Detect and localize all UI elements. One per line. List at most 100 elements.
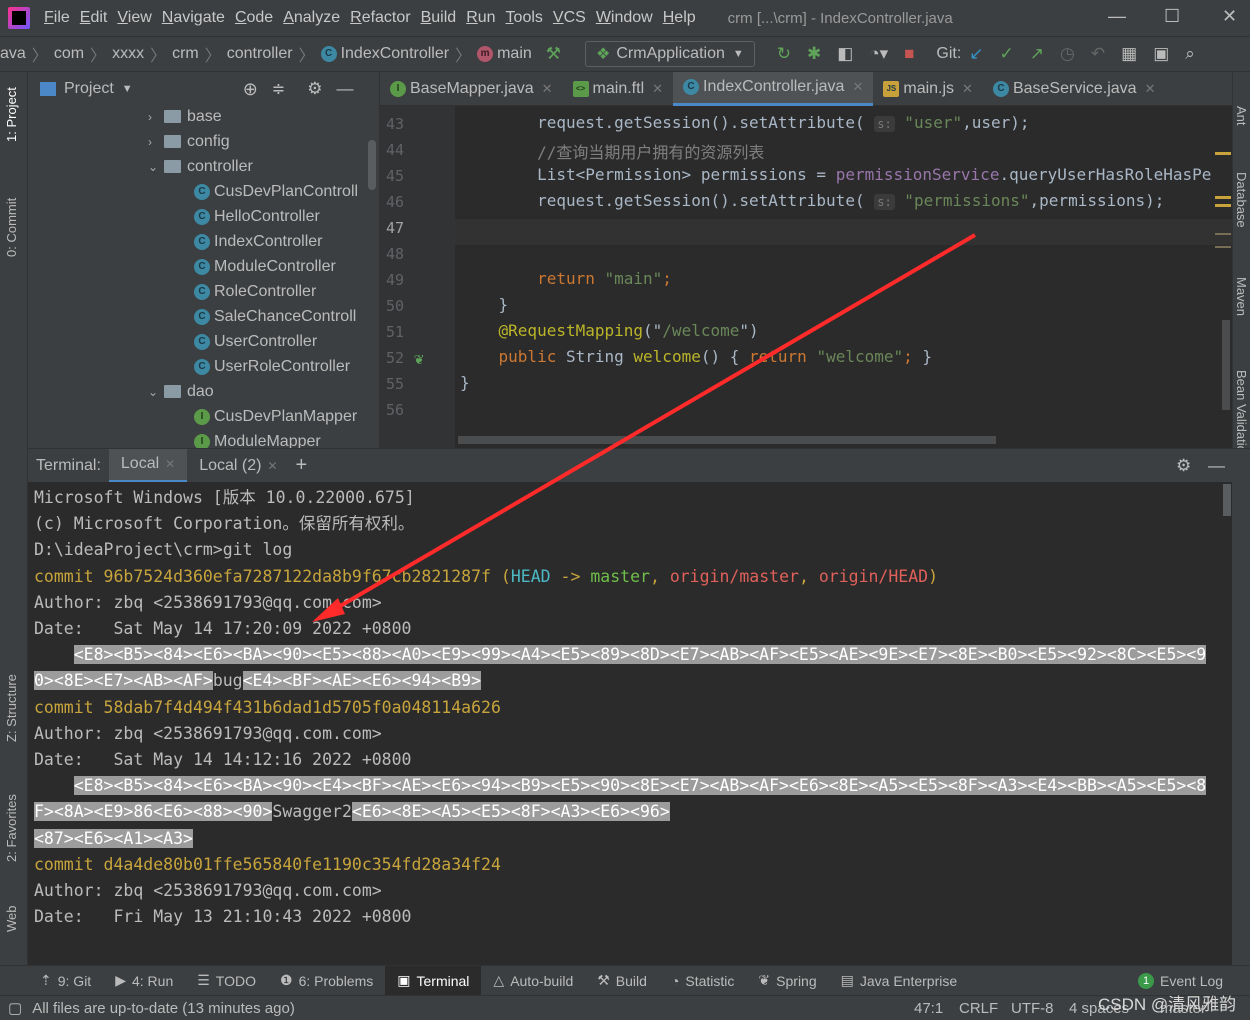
chevron-down-icon[interactable]: ⌄: [148, 160, 164, 174]
breadcrumb-item[interactable]: xxxx: [112, 45, 144, 63]
tool-window-terminal[interactable]: ▣ Terminal: [385, 965, 482, 996]
editor-tab[interactable]: JS main.js ✕: [873, 72, 983, 106]
profile-icon[interactable]: ◔▾: [869, 44, 888, 64]
gear-icon[interactable]: ⚙: [307, 79, 322, 99]
menu-edit[interactable]: Edit: [80, 9, 108, 27]
git-commit-icon[interactable]: ✓: [1000, 44, 1014, 64]
error-stripe-mark[interactable]: [1215, 246, 1231, 248]
event-log-button[interactable]: 1 Event Log: [1138, 972, 1223, 989]
editor-horizontal-scrollbar[interactable]: [458, 436, 996, 444]
chevron-right-icon[interactable]: ›: [148, 135, 164, 149]
error-stripe-mark[interactable]: [1215, 204, 1231, 207]
file-encoding[interactable]: UTF-8: [1011, 1000, 1054, 1017]
tree-item[interactable]: › config: [148, 129, 230, 154]
tool-tab-web[interactable]: Web: [4, 906, 19, 933]
close-icon[interactable]: ✕: [542, 81, 553, 97]
tree-item[interactable]: C ModuleController: [194, 254, 336, 279]
menu-view[interactable]: View: [117, 9, 151, 27]
editor-tab[interactable]: C IndexController.java ✕: [673, 71, 874, 106]
terminal-tab-local-2[interactable]: Local (2) ✕: [187, 449, 289, 483]
project-view-select[interactable]: Project: [64, 80, 114, 98]
gear-icon[interactable]: ⚙: [1176, 456, 1191, 476]
chevron-down-icon[interactable]: ▼: [122, 83, 133, 95]
error-stripe-mark[interactable]: [1215, 233, 1231, 235]
close-icon[interactable]: ✕: [852, 79, 863, 95]
menu-refactor[interactable]: Refactor: [350, 9, 410, 27]
tree-item[interactable]: C CusDevPlanControll: [194, 179, 358, 204]
project-structure-icon[interactable]: ▦: [1121, 44, 1137, 64]
error-stripe-mark[interactable]: [1215, 152, 1231, 155]
menu-navigate[interactable]: Navigate: [162, 9, 225, 27]
debug-icon[interactable]: ✱: [807, 44, 821, 64]
hide-icon[interactable]: —: [336, 79, 353, 99]
tool-tab-ant[interactable]: Ant: [1234, 106, 1249, 126]
tree-item[interactable]: I CusDevPlanMapper: [194, 404, 357, 429]
tree-item[interactable]: ⌄ dao: [148, 379, 214, 404]
git-update-icon[interactable]: ↙: [969, 44, 983, 64]
tree-item[interactable]: C UserRoleController: [194, 354, 350, 379]
locate-icon[interactable]: ⊕: [243, 79, 258, 100]
menu-file[interactable]: File: [44, 9, 70, 27]
breadcrumb-item[interactable]: IndexController: [341, 45, 450, 63]
search-icon[interactable]: ⌕: [1185, 44, 1195, 64]
tool-tab-maven[interactable]: Maven: [1234, 277, 1249, 316]
toggle-tool-windows-icon[interactable]: ▢: [8, 999, 22, 1017]
tool-tab-database[interactable]: Database: [1234, 172, 1249, 228]
menu-help[interactable]: Help: [663, 9, 696, 27]
breadcrumb-item[interactable]: com: [54, 45, 84, 63]
minimize-button[interactable]: —: [1108, 6, 1126, 27]
code-editor[interactable]: 43 44 45 46 47 48 49 50 51 52 ❦ 55 56 request.getSes…: [380, 106, 1232, 448]
tool-window-problems[interactable]: ❶ 6: Problems: [268, 966, 385, 996]
collapse-all-icon[interactable]: ≑: [272, 79, 285, 99]
breadcrumb-item[interactable]: crm: [172, 45, 199, 63]
editor-tab[interactable]: I BaseMapper.java ✕: [380, 72, 563, 106]
run-config-select[interactable]: ❖ CrmApplication ▼: [585, 41, 755, 67]
project-scrollbar[interactable]: [368, 140, 376, 190]
rollback-icon[interactable]: ↶: [1091, 44, 1105, 64]
close-icon[interactable]: ✕: [267, 459, 277, 473]
git-push-icon[interactable]: ↗: [1030, 44, 1044, 64]
terminal-scrollbar-thumb[interactable]: [1223, 484, 1231, 516]
menu-window[interactable]: Window: [596, 9, 653, 27]
tree-item[interactable]: ⌄ controller: [148, 154, 253, 179]
run-anything-icon[interactable]: ▣: [1153, 44, 1169, 64]
breadcrumb-item[interactable]: main: [497, 45, 532, 63]
tool-tab-bean-validation[interactable]: Bean Validation: [1234, 370, 1249, 460]
tree-item[interactable]: C RoleController: [194, 279, 316, 304]
close-icon[interactable]: ✕: [165, 457, 175, 471]
chevron-down-icon[interactable]: ⌄: [148, 385, 164, 399]
tool-window-git[interactable]: ⇡ 9: Git: [28, 966, 103, 996]
tool-window-run[interactable]: ▶ 4: Run: [103, 966, 185, 996]
breadcrumb-item[interactable]: controller: [227, 45, 293, 63]
stop-icon[interactable]: ■: [904, 44, 914, 64]
coverage-icon[interactable]: ◧: [837, 44, 853, 64]
tool-window-spring[interactable]: ❦ Spring: [746, 966, 828, 996]
editor-tab[interactable]: <> main.ftl ✕: [563, 72, 673, 106]
maximize-button[interactable]: ☐: [1164, 6, 1180, 27]
tree-item[interactable]: C IndexController: [194, 229, 323, 254]
menu-build[interactable]: Build: [421, 9, 457, 27]
tool-window-todo[interactable]: ☰ TODO: [185, 966, 268, 996]
error-stripe-mark[interactable]: [1215, 196, 1231, 199]
tool-window-statistic[interactable]: ◔ Statistic: [659, 966, 746, 996]
tool-tab-commit[interactable]: 0: Commit: [4, 198, 19, 257]
history-icon[interactable]: ◷: [1060, 44, 1075, 64]
tool-window-build[interactable]: ⚒ Build: [585, 966, 659, 996]
close-icon[interactable]: ✕: [652, 81, 663, 97]
build-hammer-icon[interactable]: ⚒: [546, 44, 561, 64]
spring-bean-gutter-icon[interactable]: ❦: [414, 349, 424, 368]
line-separator[interactable]: CRLF: [959, 1000, 998, 1017]
caret-position[interactable]: 47:1: [914, 1000, 943, 1017]
tree-item[interactable]: › base: [148, 104, 222, 129]
close-icon[interactable]: ✕: [1145, 81, 1156, 97]
menu-code[interactable]: Code: [235, 9, 273, 27]
tool-tab-favorites[interactable]: 2: Favorites: [4, 794, 19, 862]
close-button[interactable]: ✕: [1222, 6, 1237, 27]
menu-run[interactable]: Run: [466, 9, 495, 27]
tool-tab-project[interactable]: 1: Project: [4, 87, 19, 142]
editor-vertical-scrollbar[interactable]: [1222, 320, 1230, 410]
menu-tools[interactable]: Tools: [506, 9, 543, 27]
breadcrumb-item[interactable]: ava: [0, 45, 26, 63]
menu-vcs[interactable]: VCS: [553, 9, 586, 27]
editor-tab[interactable]: C BaseService.java ✕: [983, 72, 1166, 106]
